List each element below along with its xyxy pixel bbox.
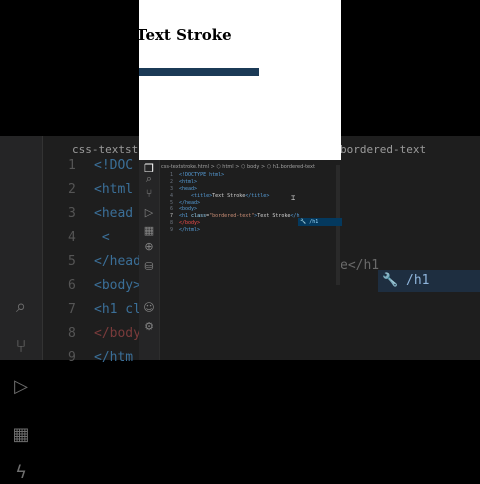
remote-icon[interactable]: ⊕ [142,240,156,254]
run-debug-icon: ▷ [14,376,28,397]
code-text[interactable]: </head> [179,200,200,206]
code-line[interactable]: 3 <head> [161,186,299,193]
line-number: 8 [169,220,173,227]
breadcrumb[interactable]: css-textstroke.html > ⬡ html > ⬡ body > … [161,162,315,172]
code-line[interactable]: 6 <body> [161,206,299,213]
vscode-editor: ❐ ⌕ ⑂ ▷ ▦ ⊕ ⛁ ☺ ⚙ css-textstroke.html > … [139,160,341,360]
line-number: 7 [169,213,173,220]
code-text[interactable]: <h1 class="bordered-text">Text Stroke</h [179,213,299,219]
bg-right-fragment: e</h1 [340,258,380,273]
line-number: 5 [169,199,173,206]
autocomplete-suggestion[interactable]: 🔧 /h1 [298,218,342,226]
line-number: 6 [169,206,173,213]
line-number: 1 [169,172,173,178]
background-code-lines: 1 <!DOC 2 <html 3 <head 4 < 5 </head 6 <body>… [68,158,141,374]
bg-line: 3 <head [68,206,134,221]
bg-line: 5 </head [68,254,141,269]
bg-line: 9 </htm [68,350,134,365]
bg-line: 4 < [68,230,110,245]
stroke-bar [139,68,259,76]
run-debug-icon[interactable]: ▷ [142,206,156,220]
source-control-icon: ⑂ [15,336,27,357]
extensions-icon: ▦ [12,424,30,445]
background-file-title-right: bordered-text [340,143,427,156]
line-number: 3 [169,185,173,192]
code-line[interactable]: 1 <!DOCTYPE html> [161,172,299,179]
account-icon[interactable]: ☺ [142,301,156,315]
bg-line: 1 <!DOC [68,158,134,173]
code-text[interactable]: </html> [179,227,200,233]
bg-line: 6 <body> [68,278,141,293]
code-area[interactable]: 1 <!DOCTYPE html> 2 <html> 3 <head> 4 <title>T… [161,172,299,234]
code-text[interactable]: <title>Text Stroke</title> [179,193,269,199]
lightning-icon: ϟ [15,462,27,483]
database-icon[interactable]: ⛁ [142,260,156,274]
line-number: 9 [169,227,173,234]
code-text[interactable]: <body> [179,206,197,212]
code-line[interactable]: 4 <title>Text Stroke</title> [161,193,299,200]
search-icon: ⌕ [15,296,27,317]
line-number: 2 [169,178,173,185]
bg-line: 7 <h1 cl [68,302,141,317]
bg-line: 2 <html [68,182,134,197]
bg-line: 8 </body [68,326,141,341]
search-icon[interactable]: ⌕ [142,172,156,186]
code-line[interactable]: 5 </head> [161,200,299,207]
settings-gear-icon[interactable]: ⚙ [142,320,156,334]
extensions-icon[interactable]: ▦ [142,224,156,238]
browser-preview: Text Stroke [139,0,341,160]
code-line[interactable]: 9 </html> [161,227,299,234]
code-line[interactable]: 8 </body> [161,220,299,227]
background-sidebar: ⌕ ⑂ ▷ ▦ ϟ [0,136,43,483]
page-heading: Text Stroke [139,26,232,44]
code-text[interactable]: </body> [179,220,200,226]
code-text[interactable]: <!DOCTYPE html> [179,172,224,178]
activity-bar: ❐ ⌕ ⑂ ▷ ▦ ⊕ ⛁ ☺ ⚙ [139,160,160,360]
text-cursor-icon: ⌶ [291,194,296,202]
code-line[interactable]: 7 <h1 class="bordered-text">Text Stroke</… [161,213,299,220]
code-line[interactable]: 2 <html> [161,179,299,186]
source-control-icon[interactable]: ⑂ [142,187,156,201]
bg-suggestion: 🔧 /h1 [378,270,480,292]
code-text[interactable]: <html> [179,179,197,185]
line-number: 4 [169,192,173,199]
code-text[interactable]: <head> [179,186,197,192]
